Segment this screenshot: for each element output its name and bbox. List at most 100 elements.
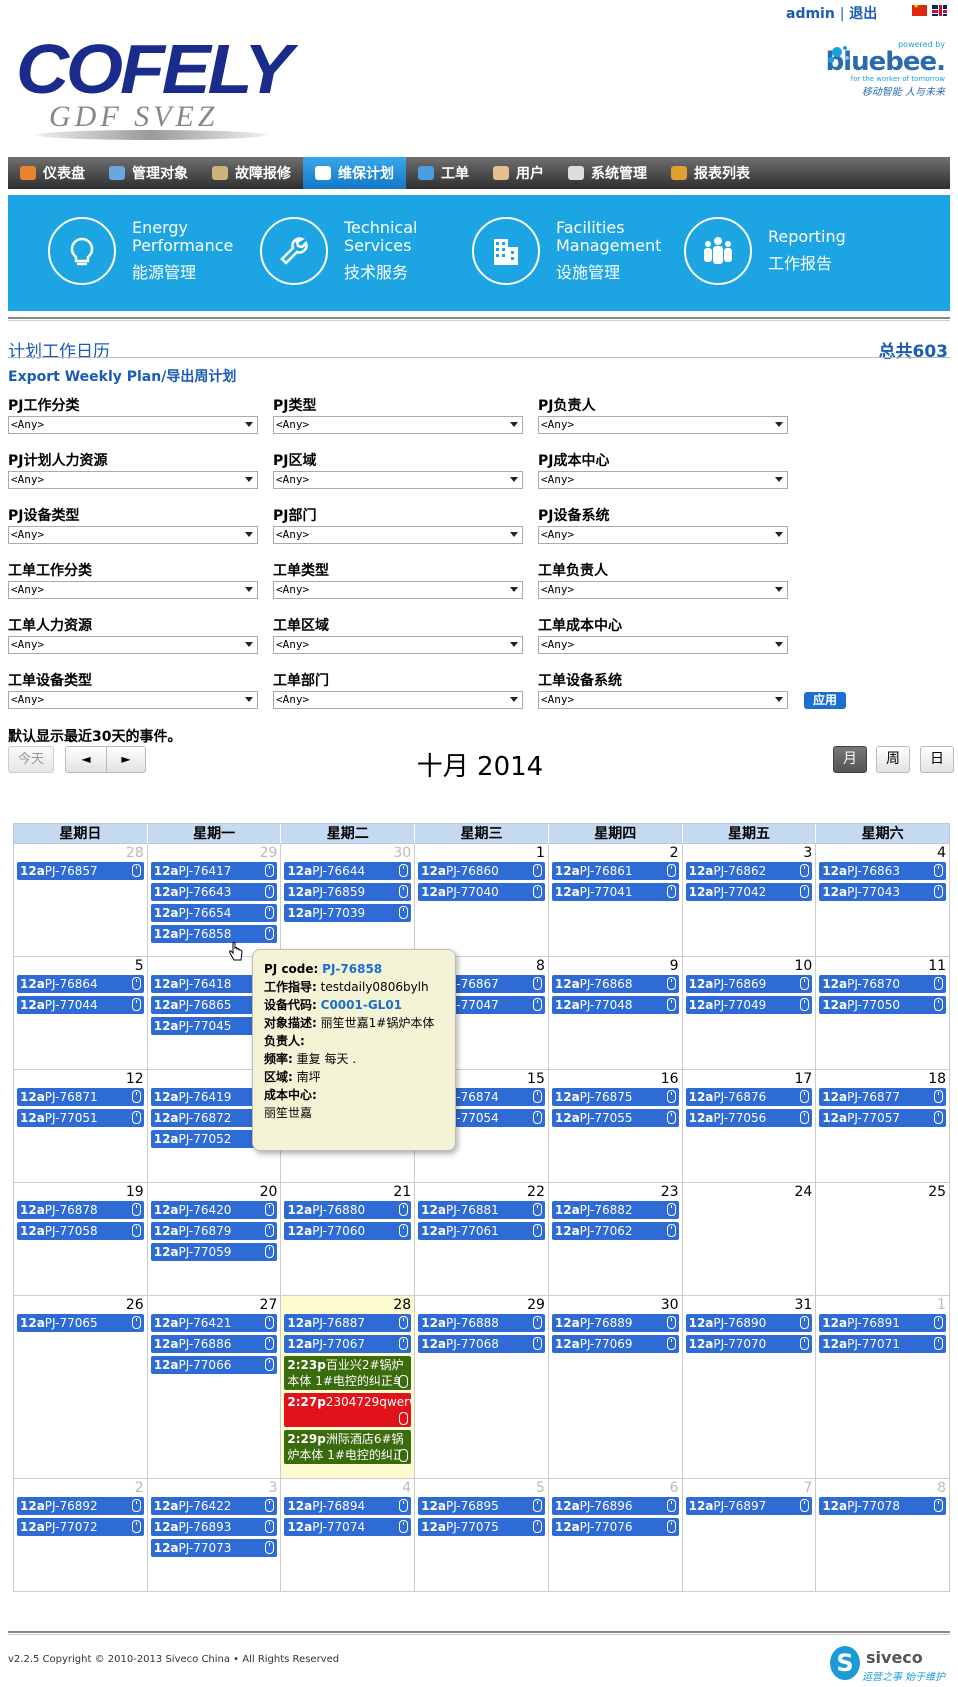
calendar-event[interactable]: 12aPJ-77062 bbox=[551, 1222, 679, 1240]
calendar-event[interactable]: 12aPJ-76644 bbox=[284, 862, 412, 880]
calendar-event[interactable]: 12aPJ-77051 bbox=[17, 1109, 144, 1127]
day-number[interactable]: 22 bbox=[415, 1183, 548, 1201]
filter-select[interactable]: <Any> bbox=[8, 416, 258, 434]
next-month-button[interactable]: ► bbox=[106, 746, 146, 773]
calendar-event[interactable]: 12aPJ-77058 bbox=[17, 1222, 144, 1240]
calendar-event[interactable]: 12aPJ-76880 bbox=[284, 1201, 412, 1219]
work-order-event[interactable]: 2:29p洲际酒店6#锅炉本体 1#电控的纠正单 bbox=[284, 1430, 412, 1464]
day-number[interactable]: 28 bbox=[281, 1296, 414, 1314]
day-cell[interactable]: 28 12aPJ-76857 bbox=[14, 844, 148, 957]
day-number[interactable]: 31 bbox=[683, 1296, 816, 1314]
tooltip-link[interactable]: C0001-GL01 bbox=[321, 998, 402, 1012]
day-cell[interactable]: 29 12aPJ-76888 12aPJ-77068 bbox=[415, 1296, 549, 1479]
user-link[interactable]: admin bbox=[786, 6, 835, 22]
nav-item-4[interactable]: 维保计划 bbox=[303, 157, 406, 189]
work-order-event[interactable]: 2:23p百业兴2#锅炉本体 1#电控的纠正单 bbox=[284, 1356, 412, 1390]
calendar-event[interactable]: 12aPJ-77072 bbox=[17, 1518, 144, 1536]
banner-item-2[interactable]: Technical Services 技术服务 bbox=[260, 217, 417, 285]
filter-select[interactable]: <Any> bbox=[8, 691, 258, 709]
day-number[interactable]: 28 bbox=[14, 844, 147, 862]
day-cell[interactable]: 23 12aPJ-76882 12aPJ-77062 bbox=[548, 1183, 683, 1296]
filter-select[interactable]: <Any> bbox=[8, 471, 258, 489]
filter-select[interactable]: <Any> bbox=[8, 581, 258, 599]
tooltip-link[interactable]: PJ-76858 bbox=[322, 962, 382, 976]
calendar-event[interactable]: 12aPJ-76887 bbox=[284, 1314, 412, 1332]
day-number[interactable]: 5 bbox=[415, 1479, 548, 1497]
filter-select[interactable]: <Any> bbox=[538, 416, 788, 434]
calendar-event[interactable]: 12aPJ-77070 bbox=[685, 1335, 813, 1353]
day-cell[interactable]: 6 12aPJ-76896 12aPJ-77076 bbox=[548, 1479, 683, 1592]
calendar-event[interactable]: 12aPJ-76877 bbox=[819, 1088, 947, 1106]
calendar-event[interactable]: 12aPJ-76876 bbox=[685, 1088, 813, 1106]
day-cell[interactable]: 25 bbox=[816, 1183, 951, 1296]
calendar-event[interactable]: 12aPJ-77049 bbox=[685, 996, 813, 1014]
day-number[interactable]: 3 bbox=[148, 1479, 281, 1497]
filter-select[interactable]: <Any> bbox=[8, 526, 258, 544]
filter-select[interactable]: <Any> bbox=[538, 526, 788, 544]
day-cell[interactable]: 19 12aPJ-76878 12aPJ-77058 bbox=[14, 1183, 148, 1296]
calendar-event[interactable]: 12aPJ-76894 bbox=[284, 1497, 412, 1515]
day-number[interactable]: 30 bbox=[281, 844, 414, 862]
day-number[interactable]: 21 bbox=[281, 1183, 414, 1201]
banner-item-3[interactable]: Facilities Management 设施管理 bbox=[472, 217, 661, 285]
day-number[interactable]: 19 bbox=[14, 1183, 147, 1201]
day-cell[interactable]: 5 12aPJ-76864 12aPJ-77044 bbox=[14, 957, 148, 1070]
nav-item-1[interactable]: 仪表盘 bbox=[8, 157, 97, 189]
today-button[interactable]: 今天 bbox=[8, 746, 54, 773]
day-cell[interactable]: 10 12aPJ-76869 12aPJ-77049 bbox=[682, 957, 817, 1070]
day-number[interactable]: 5 bbox=[14, 957, 147, 975]
calendar-event[interactable]: 12aPJ-77066 bbox=[150, 1356, 278, 1374]
day-number[interactable]: 6 bbox=[549, 1479, 682, 1497]
day-cell[interactable]: 22 12aPJ-76881 12aPJ-77061 bbox=[415, 1183, 549, 1296]
export-weekly-plan-link[interactable]: Export Weekly Plan/导出周计划 bbox=[8, 366, 236, 386]
calendar-event[interactable]: 12aPJ-76863 bbox=[819, 862, 947, 880]
banner-item-4[interactable]: Reporting 工作报告 bbox=[684, 217, 846, 285]
day-cell[interactable]: 26 12aPJ-77065 bbox=[14, 1296, 148, 1479]
day-cell[interactable]: 4 12aPJ-76894 12aPJ-77074 bbox=[281, 1479, 416, 1592]
day-cell[interactable]: 2 12aPJ-76892 12aPJ-77072 bbox=[14, 1479, 148, 1592]
day-cell[interactable]: 18 12aPJ-76877 12aPJ-77057 bbox=[816, 1070, 951, 1183]
day-cell[interactable]: 16 12aPJ-76875 12aPJ-77055 bbox=[548, 1070, 683, 1183]
filter-select[interactable]: <Any> bbox=[538, 691, 788, 709]
filter-select[interactable]: <Any> bbox=[273, 526, 523, 544]
filter-select[interactable]: <Any> bbox=[273, 691, 523, 709]
day-cell[interactable]: 1 12aPJ-76860 12aPJ-77040 bbox=[415, 844, 549, 957]
day-cell[interactable]: 17 12aPJ-76876 12aPJ-77056 bbox=[682, 1070, 817, 1183]
calendar-event[interactable]: 12aPJ-76857 bbox=[17, 862, 144, 880]
calendar-event[interactable]: 12aPJ-77040 bbox=[418, 883, 545, 901]
day-number[interactable]: 29 bbox=[415, 1296, 548, 1314]
day-number[interactable]: 2 bbox=[14, 1479, 147, 1497]
prev-month-button[interactable]: ◄ bbox=[65, 746, 107, 773]
day-cell[interactable]: 12 12aPJ-76871 12aPJ-77051 bbox=[14, 1070, 148, 1183]
calendar-event[interactable]: 12aPJ-77039 bbox=[284, 904, 412, 922]
day-cell[interactable]: 30 12aPJ-76889 12aPJ-77069 bbox=[548, 1296, 683, 1479]
calendar-event[interactable]: 12aPJ-77059 bbox=[150, 1243, 278, 1261]
calendar-event[interactable]: 12aPJ-77075 bbox=[418, 1518, 545, 1536]
calendar-event[interactable]: 12aPJ-76879 bbox=[150, 1222, 278, 1240]
calendar-event[interactable]: 12aPJ-77065 bbox=[17, 1314, 144, 1332]
day-number[interactable]: 23 bbox=[549, 1183, 682, 1201]
day-cell[interactable]: 28 12aPJ-76887 12aPJ-77067 2:23p百业兴2#锅炉本体 1… bbox=[281, 1296, 416, 1479]
day-cell[interactable]: 9 12aPJ-76868 12aPJ-77048 bbox=[548, 957, 683, 1070]
calendar-event[interactable]: 12aPJ-76897 bbox=[685, 1497, 813, 1515]
calendar-event[interactable]: 12aPJ-76860 bbox=[418, 862, 545, 880]
filter-select[interactable]: <Any> bbox=[538, 636, 788, 654]
filter-select[interactable]: <Any> bbox=[273, 471, 523, 489]
calendar-event[interactable]: 12aPJ-77042 bbox=[685, 883, 813, 901]
day-number[interactable]: 7 bbox=[683, 1479, 816, 1497]
china-flag-icon[interactable] bbox=[912, 2, 927, 16]
day-number[interactable]: 25 bbox=[816, 1183, 949, 1201]
day-cell[interactable]: 21 12aPJ-76880 12aPJ-77060 bbox=[281, 1183, 416, 1296]
calendar-event[interactable]: 12aPJ-77044 bbox=[17, 996, 144, 1014]
apply-button[interactable]: 应用 bbox=[804, 692, 846, 709]
calendar-event[interactable]: 12aPJ-76878 bbox=[17, 1201, 144, 1219]
calendar-event[interactable]: 12aPJ-76896 bbox=[551, 1497, 679, 1515]
calendar-event[interactable]: 12aPJ-77043 bbox=[819, 883, 947, 901]
day-number[interactable]: 24 bbox=[683, 1183, 816, 1201]
day-cell[interactable]: 24 bbox=[682, 1183, 817, 1296]
logout-link[interactable]: 退出 bbox=[849, 6, 877, 22]
calendar-event[interactable]: 12aPJ-77069 bbox=[551, 1335, 679, 1353]
day-number[interactable]: 30 bbox=[549, 1296, 682, 1314]
day-cell[interactable]: 3 12aPJ-76862 12aPJ-77042 bbox=[682, 844, 817, 957]
calendar-event[interactable]: 12aPJ-76654 bbox=[150, 904, 278, 922]
